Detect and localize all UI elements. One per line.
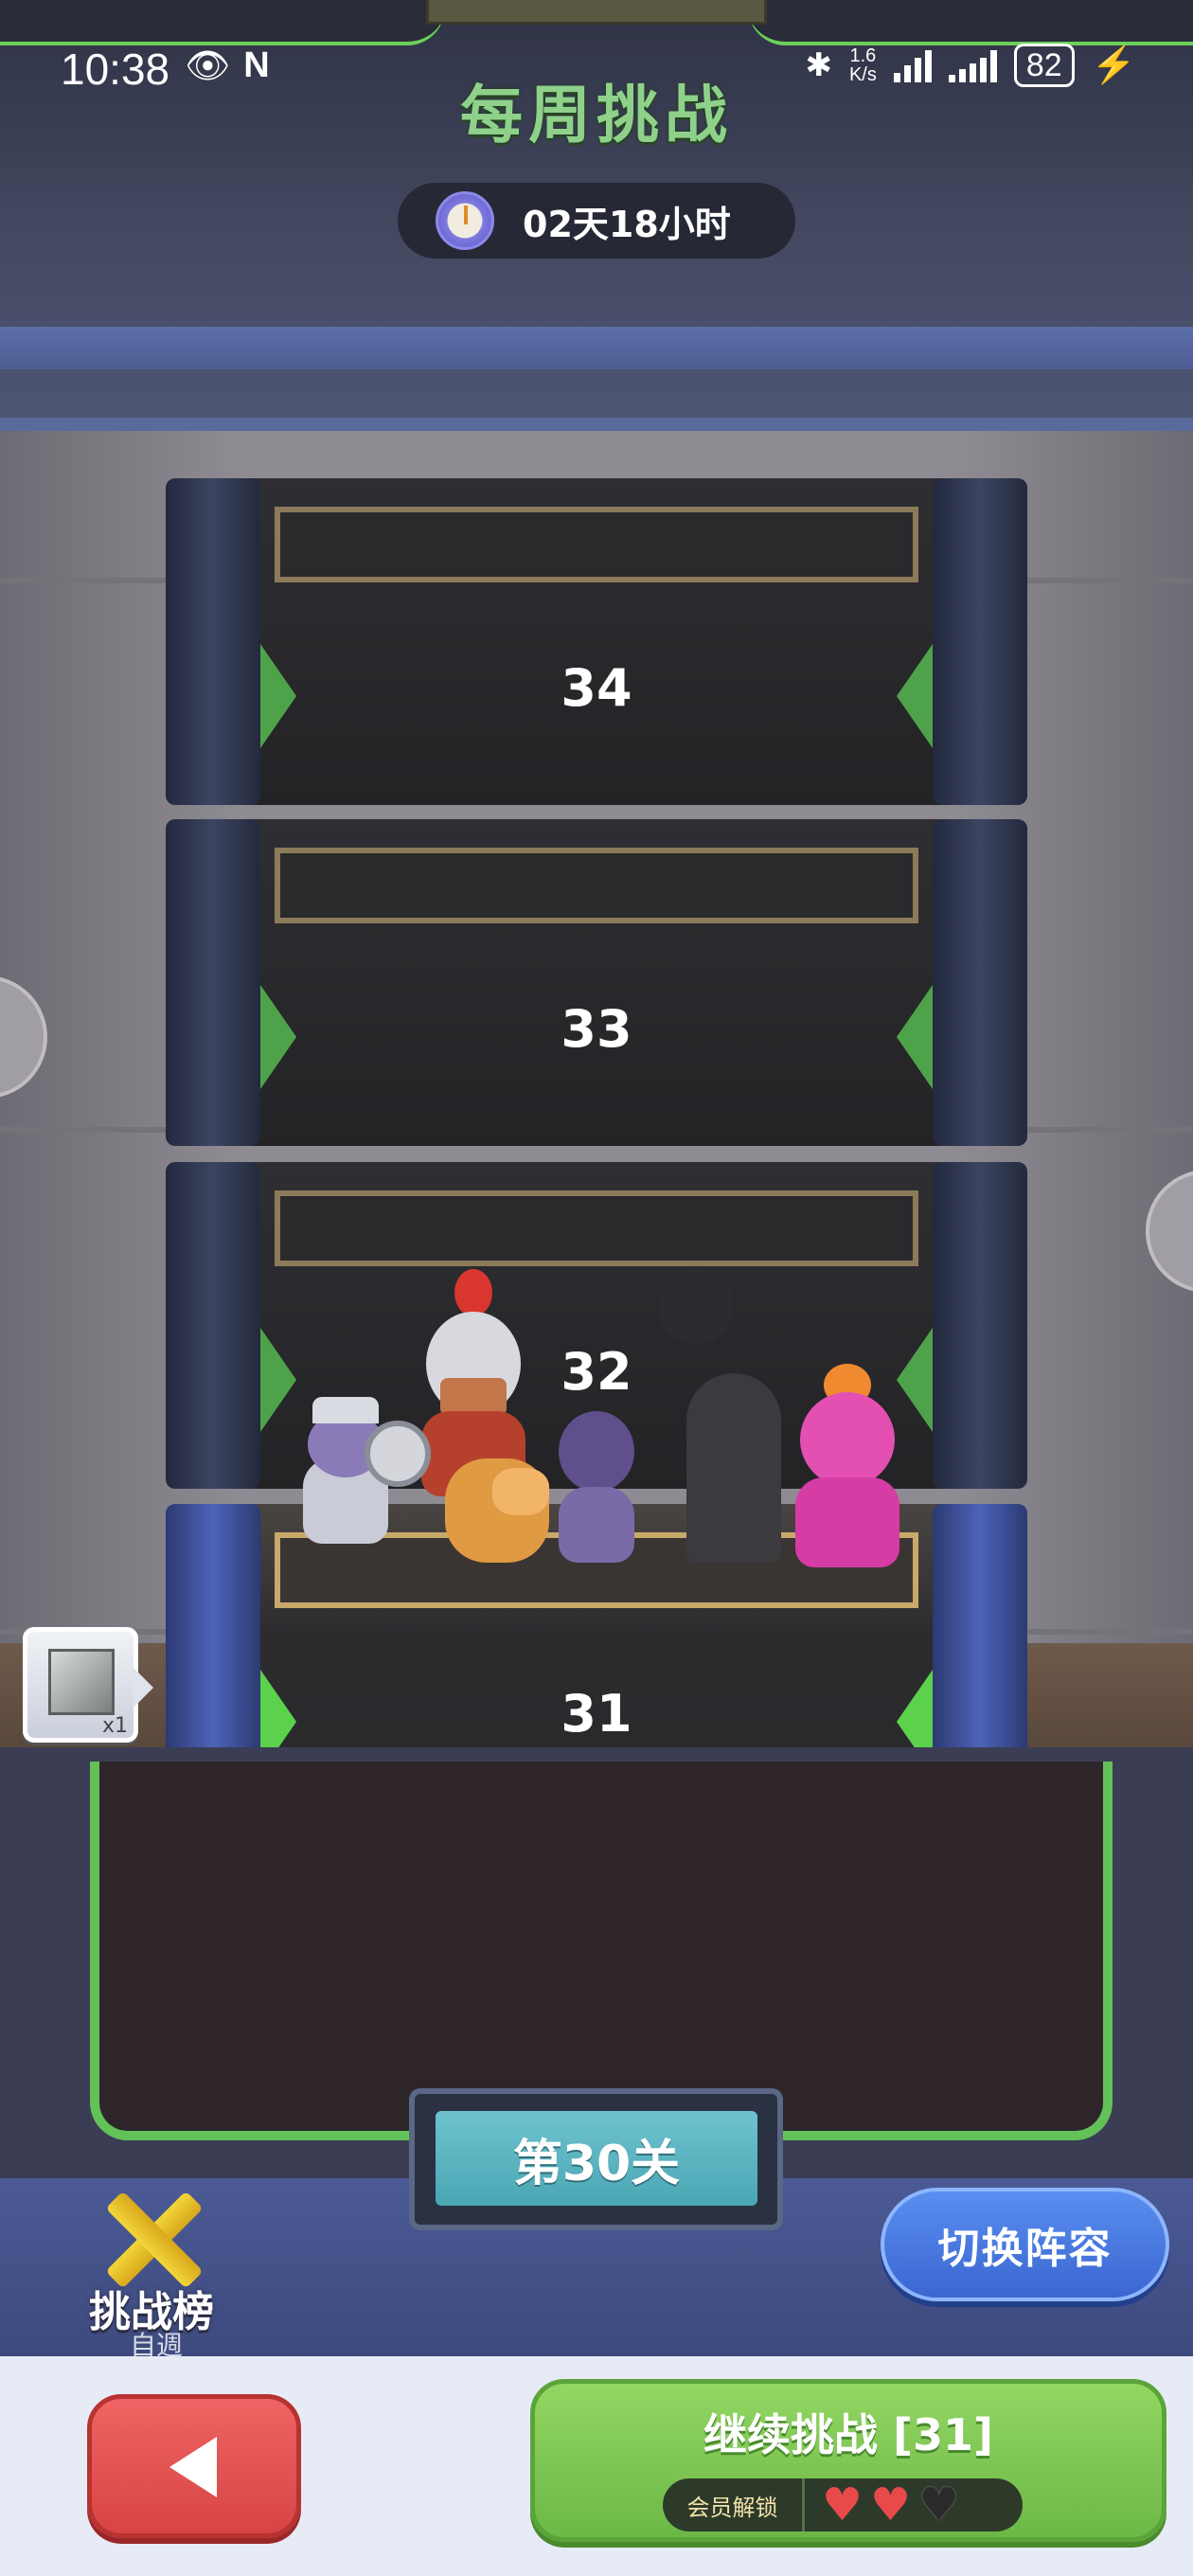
floor-post-right — [933, 478, 1027, 805]
stamina-bar: 会员解锁 ♥ ♥ ♥ — [663, 2478, 1023, 2531]
reward-count: x1 — [101, 1714, 128, 1738]
header-rail — [0, 327, 1193, 369]
back-arrow-icon — [169, 2437, 217, 2497]
heart-broken-icon: ♥ — [918, 2478, 960, 2531]
current-level-label: 第30关 — [436, 2111, 757, 2206]
page-title: 每周挑战 — [460, 79, 733, 152]
back-button[interactable] — [87, 2394, 301, 2538]
hero-pink-brawler — [781, 1364, 914, 1572]
floor-post-left — [166, 819, 260, 1146]
continue-label: 继续挑战 [31] — [703, 2409, 994, 2460]
floor-number: 33 — [561, 999, 632, 1059]
continue-challenge-button[interactable]: 继续挑战 [31] 会员解锁 ♥ ♥ ♥ — [530, 2379, 1166, 2542]
floor-post-left — [166, 1162, 260, 1489]
countdown-text: 02天18小时 — [523, 203, 731, 245]
net-speed-value: 1.6 — [849, 45, 877, 66]
hero-shadow-reaper — [644, 1250, 786, 1563]
floor-reward-card[interactable]: x1 — [23, 1627, 138, 1743]
hearts: ♥ ♥ ♥ — [805, 2482, 959, 2528]
floor-number: 31 — [561, 1684, 632, 1744]
clock-icon — [436, 191, 494, 250]
floor-post-right — [933, 1162, 1027, 1489]
tower-floor-34[interactable]: 34 — [166, 478, 1027, 805]
current-level-plate: 第30关 — [409, 2088, 783, 2230]
hero-purple-elf — [544, 1411, 649, 1572]
leaderboard-button[interactable]: 自週 挑战榜 — [71, 2188, 232, 2361]
vip-unlock-label: 会员解锁 — [686, 2494, 778, 2521]
vip-unlock-badge[interactable]: 会员解锁 — [663, 2478, 805, 2531]
tower-base-frame — [90, 1762, 1113, 2140]
crossed-swords-icon — [99, 2188, 204, 2292]
floor-plaque — [275, 848, 918, 923]
silver-cube-icon — [48, 1649, 115, 1715]
floor-plaque — [275, 507, 918, 582]
floor-post-left — [166, 478, 260, 805]
hero-horse — [436, 1440, 559, 1563]
heart-full-icon: ♥ — [870, 2478, 912, 2531]
floor-number: 34 — [561, 658, 632, 718]
floor-post-right — [933, 819, 1027, 1146]
reward-pointer — [133, 1667, 153, 1708]
hero-team — [284, 1250, 928, 1610]
countdown-timer: 02天18小时 — [398, 183, 795, 259]
switch-team-button[interactable]: 切换阵容 — [881, 2188, 1169, 2301]
heart-full-icon: ♥ — [822, 2478, 864, 2531]
leaderboard-label: 挑战榜 — [89, 2288, 214, 2336]
header-decor-center — [426, 0, 767, 25]
tower-floor-33[interactable]: 33 — [166, 819, 1027, 1146]
